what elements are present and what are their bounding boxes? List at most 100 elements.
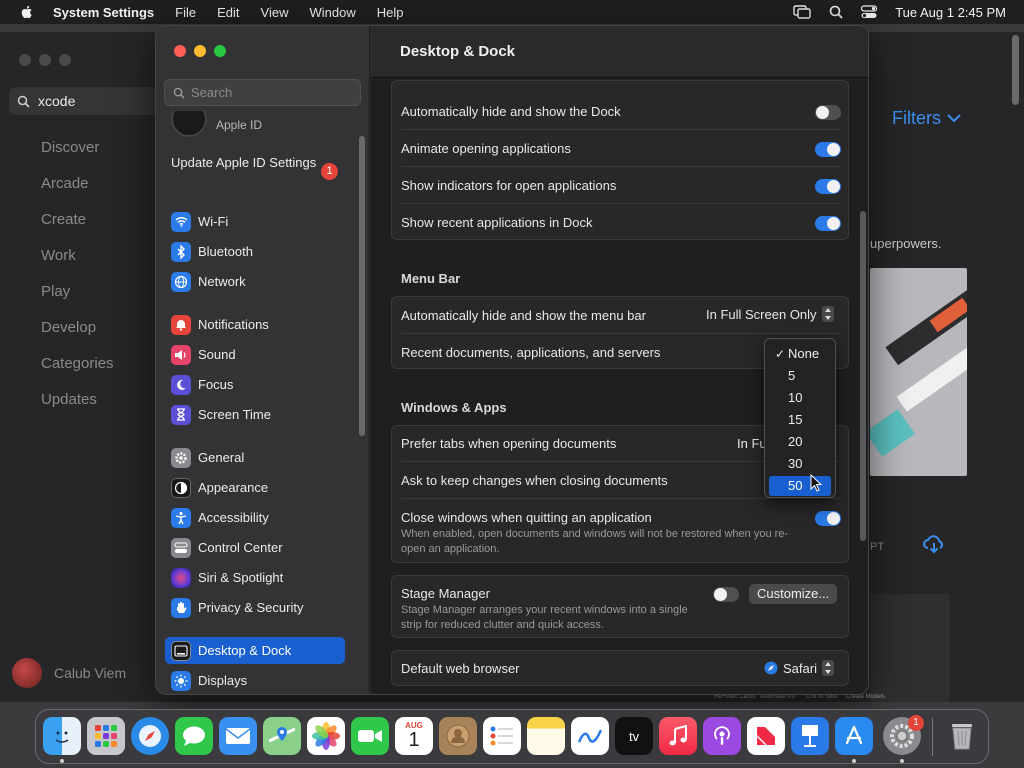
- nav-create[interactable]: Create: [41, 210, 114, 246]
- nav-discover[interactable]: Discover: [41, 138, 114, 174]
- sidebar-scrollbar[interactable]: [359, 136, 365, 436]
- close-button[interactable]: [19, 54, 31, 66]
- dock-separator: [932, 718, 933, 756]
- facetime-icon[interactable]: [351, 717, 389, 755]
- prefer-tabs-popup[interactable]: In Fu: [737, 436, 767, 451]
- menu-file[interactable]: File: [175, 5, 196, 20]
- sidebar-item-desktop-dock[interactable]: Desktop & Dock: [165, 637, 345, 664]
- stage-manager-toggle[interactable]: [713, 587, 739, 602]
- nav-develop[interactable]: Develop: [41, 318, 114, 354]
- tv-app-icon[interactable]: tv: [615, 717, 653, 755]
- zoom-button[interactable]: [59, 54, 71, 66]
- sidebar-item-focus[interactable]: Focus: [165, 371, 345, 398]
- minimize-button[interactable]: [39, 54, 51, 66]
- dropdown-option[interactable]: 15: [769, 410, 831, 430]
- wifi-icon: [171, 211, 191, 232]
- show-recent-apps-toggle[interactable]: [815, 216, 841, 231]
- nav-work[interactable]: Work: [41, 246, 114, 282]
- dropdown-option[interactable]: 5: [769, 366, 831, 386]
- app-card[interactable]: [870, 594, 950, 702]
- nav-categories[interactable]: Categories: [41, 354, 114, 390]
- filters-label: Filters: [892, 108, 941, 128]
- dock-icon: [171, 640, 191, 661]
- autohide-dock-toggle[interactable]: [815, 105, 841, 120]
- checkmark-icon: ✓: [775, 347, 786, 361]
- sidebar-item-notifications[interactable]: Notifications: [165, 311, 345, 338]
- app-store-scrollbar[interactable]: [1012, 35, 1019, 105]
- default-browser-popup[interactable]: Safari: [764, 660, 834, 676]
- mail-icon[interactable]: [219, 717, 257, 755]
- dropdown-option[interactable]: 30: [769, 454, 831, 474]
- account-name: Calub Viem: [54, 665, 127, 681]
- safari-icon[interactable]: [131, 717, 169, 755]
- setting-label: Show recent applications in Dock: [401, 215, 593, 230]
- sidebar-item-sound[interactable]: Sound: [165, 341, 345, 368]
- menu-view[interactable]: View: [261, 5, 289, 20]
- animate-opening-toggle[interactable]: [815, 142, 841, 157]
- menu-bar-autohide-popup[interactable]: In Full Screen Only: [706, 306, 834, 322]
- zoom-button[interactable]: [214, 45, 226, 57]
- nav-arcade[interactable]: Arcade: [41, 174, 114, 210]
- minimize-button[interactable]: [194, 45, 206, 57]
- contacts-icon[interactable]: [439, 717, 477, 755]
- sidebar-item-control-center[interactable]: Control Center: [165, 534, 345, 561]
- update-apple-id-settings[interactable]: Update Apple ID Settings: [171, 155, 346, 171]
- app-store-search-field[interactable]: xcode: [9, 87, 159, 115]
- show-indicators-toggle[interactable]: [815, 179, 841, 194]
- news-icon[interactable]: [747, 717, 785, 755]
- screen-mirroring-icon[interactable]: [793, 5, 811, 19]
- spotlight-icon[interactable]: [829, 5, 843, 19]
- sidebar-item-network[interactable]: Network: [165, 268, 345, 295]
- sidebar-item-general[interactable]: General: [165, 444, 345, 471]
- maps-icon[interactable]: [263, 717, 301, 755]
- calendar-icon[interactable]: AUG 1: [395, 717, 433, 755]
- cloud-download-icon[interactable]: [922, 534, 946, 554]
- keynote-icon[interactable]: [791, 717, 829, 755]
- music-icon[interactable]: [659, 717, 697, 755]
- photos-icon[interactable]: [307, 717, 345, 755]
- sidebar-item-appearance[interactable]: Appearance: [165, 474, 345, 501]
- dropdown-option[interactable]: 20: [769, 432, 831, 452]
- app-artwork[interactable]: [870, 268, 967, 476]
- freeform-icon[interactable]: [571, 717, 609, 755]
- settings-search-field[interactable]: [164, 79, 361, 106]
- nav-play[interactable]: Play: [41, 282, 114, 318]
- sidebar-item-siri-spotlight[interactable]: Siri & Spotlight: [165, 564, 345, 591]
- app-store-icon[interactable]: [835, 717, 873, 755]
- close-windows-toggle[interactable]: [815, 511, 841, 526]
- notes-icon[interactable]: [527, 717, 565, 755]
- sidebar-item-bluetooth[interactable]: Bluetooth: [165, 238, 345, 265]
- content-scrollbar[interactable]: [860, 211, 866, 541]
- app-store-account[interactable]: Calub Viem: [12, 658, 126, 688]
- launchpad-icon[interactable]: [87, 717, 125, 755]
- podcasts-icon[interactable]: [703, 717, 741, 755]
- filters-button[interactable]: Filters: [892, 108, 961, 129]
- dropdown-option[interactable]: 10: [769, 388, 831, 408]
- sidebar-item-accessibility[interactable]: Accessibility: [165, 504, 345, 531]
- menu-window[interactable]: Window: [309, 5, 355, 20]
- reminders-icon[interactable]: [483, 717, 521, 755]
- settings-sidebar: Apple ID Update Apple ID Settings 1 Wi-F…: [156, 26, 370, 694]
- close-button[interactable]: [174, 45, 186, 57]
- search-input[interactable]: [191, 85, 351, 100]
- system-settings-window: Apple ID Update Apple ID Settings 1 Wi-F…: [155, 25, 869, 695]
- menu-edit[interactable]: Edit: [217, 5, 239, 20]
- menubar-clock[interactable]: Tue Aug 1 2:45 PM: [895, 5, 1006, 20]
- sidebar-item-displays[interactable]: Displays: [165, 667, 345, 694]
- menu-help[interactable]: Help: [377, 5, 404, 20]
- finder-icon[interactable]: [43, 717, 81, 755]
- sidebar-item-wifi[interactable]: Wi-Fi: [165, 208, 345, 235]
- dropdown-option-none[interactable]: ✓ None: [769, 344, 831, 364]
- notification-badge: 1: [321, 163, 338, 180]
- control-center-icon[interactable]: [861, 5, 878, 19]
- sidebar-item-privacy-security[interactable]: Privacy & Security: [165, 594, 345, 621]
- menu-app-name[interactable]: System Settings: [53, 5, 154, 20]
- messages-icon[interactable]: [175, 717, 213, 755]
- customize-button[interactable]: Customize...: [749, 584, 838, 604]
- trash-icon[interactable]: [943, 717, 981, 755]
- apple-logo-icon[interactable]: [19, 4, 35, 20]
- nav-updates[interactable]: Updates: [41, 390, 114, 426]
- sidebar-item-screen-time[interactable]: Screen Time: [165, 401, 345, 428]
- sidebar-item-label: Privacy & Security: [198, 600, 304, 615]
- apple-id-row[interactable]: Apple ID: [171, 111, 262, 137]
